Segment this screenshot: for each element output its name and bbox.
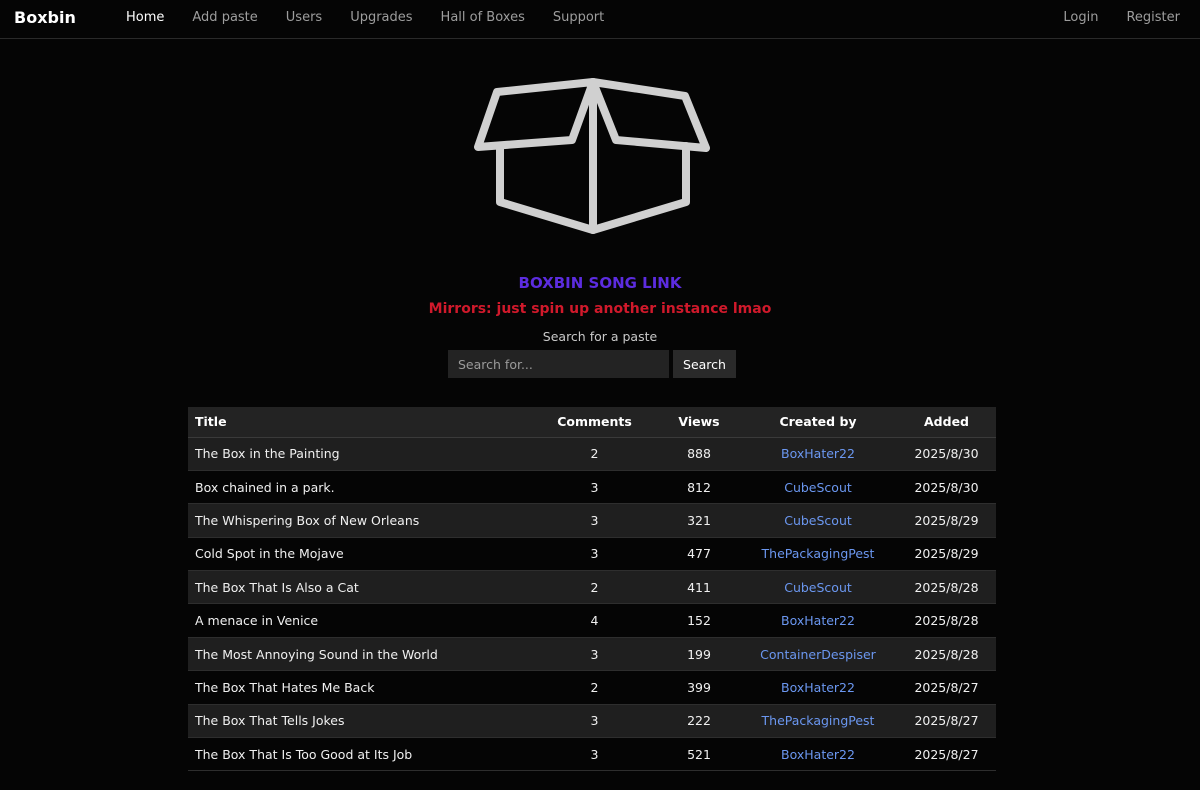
paste-comments: 3 [530, 503, 659, 538]
paste-author-link[interactable]: BoxHater22 [781, 747, 855, 762]
auth-nav: Login Register [1035, 10, 1180, 25]
table-row[interactable]: Cold Spot in the Mojave 3 477 ThePackagingP… [188, 537, 996, 572]
main-nav: Home Add paste Users Upgrades Hall of Bo… [126, 10, 632, 25]
song-link-container: BOXBIN SONG LINK [0, 273, 1200, 292]
paste-views: 152 [659, 603, 739, 638]
paste-author-cell: ThePackagingPest [739, 704, 897, 739]
paste-added: 2025/8/29 [897, 503, 996, 538]
paste-title[interactable]: Box chained in a park. [188, 470, 530, 505]
paste-author-cell: BoxHater22 [739, 737, 897, 772]
table-row[interactable]: The Box That Is Too Good at Its Job 3 521 B… [188, 737, 996, 772]
paste-added: 2025/8/28 [897, 603, 996, 638]
nav-support-link[interactable]: Support [553, 10, 604, 25]
song-link[interactable]: BOXBIN SONG LINK [519, 274, 682, 292]
header-comments[interactable]: Comments [530, 407, 659, 438]
paste-author-link[interactable]: CubeScout [784, 580, 852, 595]
search-input[interactable] [448, 350, 669, 378]
paste-added: 2025/8/30 [897, 437, 996, 471]
paste-comments: 2 [530, 437, 659, 471]
register-link[interactable]: Register [1126, 10, 1180, 25]
open-box-icon [474, 78, 710, 234]
paste-added: 2025/8/29 [897, 537, 996, 572]
paste-added: 2025/8/28 [897, 570, 996, 605]
table-row[interactable]: The Box That Hates Me Back 2 399 BoxHater22… [188, 670, 996, 705]
search-button[interactable]: Search [673, 350, 736, 378]
header-created-by[interactable]: Created by [739, 407, 897, 438]
paste-added: 2025/8/27 [897, 670, 996, 705]
paste-title[interactable]: Cold Spot in the Mojave [188, 537, 530, 572]
nav-add-paste-link[interactable]: Add paste [192, 10, 257, 25]
table-row[interactable]: A menace in Venice 4 152 BoxHater22 2025/8/2… [188, 603, 996, 638]
paste-added: 2025/8/28 [897, 637, 996, 672]
brand-logo-link[interactable]: Boxbin [14, 8, 76, 27]
paste-title[interactable]: The Box That Is Too Good at Its Job [188, 737, 530, 772]
paste-author-cell: ThePackagingPest [739, 537, 897, 572]
paste-author-link[interactable]: BoxHater22 [781, 680, 855, 695]
paste-author-link[interactable]: CubeScout [784, 480, 852, 495]
paste-views: 812 [659, 470, 739, 505]
paste-comments: 2 [530, 670, 659, 705]
paste-table-body: The Box in the Painting 2 888 BoxHater22 202… [188, 437, 996, 772]
table-row[interactable]: The Box That Tells Jokes 3 222 ThePackaging… [188, 704, 996, 739]
paste-title[interactable]: The Whispering Box of New Orleans [188, 503, 530, 538]
paste-comments: 4 [530, 603, 659, 638]
paste-author-link[interactable]: BoxHater22 [781, 613, 855, 628]
header-views[interactable]: Views [659, 407, 739, 438]
paste-author-link[interactable]: ContainerDespiser [760, 647, 876, 662]
paste-added: 2025/8/27 [897, 704, 996, 739]
paste-title[interactable]: The Box That Tells Jokes [188, 704, 530, 739]
table-row[interactable]: The Box in the Painting 2 888 BoxHater22 202… [188, 437, 996, 471]
paste-added: 2025/8/27 [897, 737, 996, 772]
login-link[interactable]: Login [1063, 10, 1098, 25]
paste-title[interactable]: The Box in the Painting [188, 437, 530, 471]
nav-hall-of-boxes-link[interactable]: Hall of Boxes [441, 10, 525, 25]
paste-author-cell: CubeScout [739, 503, 897, 538]
nav-users-link[interactable]: Users [286, 10, 322, 25]
header-title[interactable]: Title [188, 407, 530, 438]
paste-comments: 2 [530, 570, 659, 605]
paste-author-link[interactable]: ThePackagingPest [762, 713, 875, 728]
paste-author-cell: CubeScout [739, 570, 897, 605]
paste-author-cell: ContainerDespiser [739, 637, 897, 672]
paste-views: 477 [659, 537, 739, 572]
paste-title[interactable]: The Most Annoying Sound in the World [188, 637, 530, 672]
paste-views: 521 [659, 737, 739, 772]
top-navbar: Boxbin Home Add paste Users Upgrades Hal… [0, 0, 1200, 39]
paste-comments: 3 [530, 537, 659, 572]
paste-comments: 3 [530, 470, 659, 505]
paste-views: 888 [659, 437, 739, 471]
paste-added: 2025/8/30 [897, 470, 996, 505]
paste-author-cell: CubeScout [739, 470, 897, 505]
paste-comments: 3 [530, 737, 659, 772]
paste-author-link[interactable]: CubeScout [784, 513, 852, 528]
table-row[interactable]: The Box That Is Also a Cat 2 411 CubeScout 2… [188, 570, 996, 605]
paste-views: 222 [659, 704, 739, 739]
search-label: Search for a paste [542, 329, 658, 344]
paste-author-cell: BoxHater22 [739, 437, 897, 471]
paste-table: Title Comments Views Created by Added Th… [188, 407, 996, 772]
paste-comments: 3 [530, 637, 659, 672]
mirrors-notice: Mirrors: just spin up another instance l… [428, 301, 772, 317]
paste-title[interactable]: The Box That Is Also a Cat [188, 570, 530, 605]
paste-title[interactable]: The Box That Hates Me Back [188, 670, 530, 705]
paste-author-link[interactable]: BoxHater22 [781, 446, 855, 461]
paste-author-link[interactable]: ThePackagingPest [762, 546, 875, 561]
table-row[interactable]: The Whispering Box of New Orleans 3 321 Cub… [188, 503, 996, 538]
paste-views: 399 [659, 670, 739, 705]
paste-views: 321 [659, 503, 739, 538]
paste-title[interactable]: A menace in Venice [188, 603, 530, 638]
paste-author-cell: BoxHater22 [739, 603, 897, 638]
nav-upgrades-link[interactable]: Upgrades [350, 10, 412, 25]
table-header-row: Title Comments Views Created by Added [188, 407, 996, 438]
table-row[interactable]: Box chained in a park. 3 812 CubeScout 2025/… [188, 470, 996, 505]
paste-views: 411 [659, 570, 739, 605]
header-added[interactable]: Added [897, 407, 996, 438]
nav-home-link[interactable]: Home [126, 10, 164, 25]
table-row[interactable]: The Most Annoying Sound in the World 3 199… [188, 637, 996, 672]
paste-views: 199 [659, 637, 739, 672]
paste-author-cell: BoxHater22 [739, 670, 897, 705]
paste-comments: 3 [530, 704, 659, 739]
